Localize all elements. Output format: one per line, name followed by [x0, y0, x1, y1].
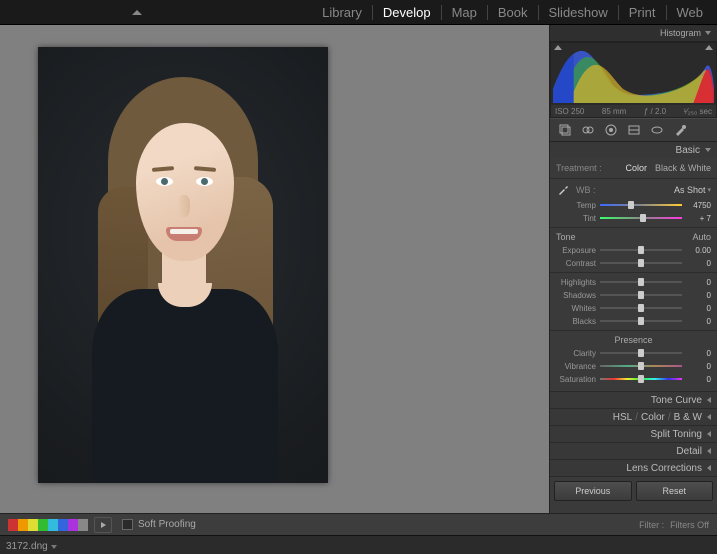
chevron-left-icon	[707, 431, 711, 437]
temp-slider[interactable]	[600, 201, 682, 209]
redeye-tool[interactable]	[602, 122, 620, 138]
tint-slider[interactable]	[600, 214, 682, 222]
color-label-swatches[interactable]	[8, 519, 88, 531]
chevron-left-icon	[707, 465, 711, 471]
lenscorr-panel-header[interactable]: Lens Corrections	[550, 460, 717, 476]
vibrance-slider[interactable]	[600, 362, 682, 370]
splittoning-panel-header[interactable]: Split Toning	[550, 426, 717, 442]
crop-tool[interactable]	[556, 122, 574, 138]
wb-label: WB :	[576, 185, 596, 195]
tone-label: Tone	[556, 232, 576, 242]
softproof-checkbox[interactable]	[122, 519, 133, 530]
histogram-header[interactable]: Histogram	[550, 25, 717, 42]
chevron-down-icon	[705, 148, 711, 152]
graduated-filter-tool[interactable]	[625, 122, 643, 138]
basic-panel: Basic Treatment : Color Black & White WB…	[550, 142, 717, 392]
module-picker-bar: Library Develop Map Book Slideshow Print…	[0, 0, 717, 25]
wb-preset-select[interactable]: As Shot▾	[602, 185, 712, 195]
treatment-bw[interactable]: Black & White	[655, 163, 711, 173]
clarity-slider[interactable]	[600, 349, 682, 357]
whites-slider[interactable]	[600, 304, 682, 312]
exposure-slider[interactable]	[600, 246, 682, 254]
module-book[interactable]: Book	[488, 5, 539, 20]
wb-dropper-tool[interactable]	[556, 183, 570, 197]
treatment-row: Treatment : Color Black & White	[556, 161, 711, 175]
basic-panel-header[interactable]: Basic	[550, 142, 717, 158]
filename-label: 3172.dng	[6, 541, 48, 552]
adjustment-brush-tool[interactable]	[671, 122, 689, 138]
histogram[interactable]: ISO 250 85 mm ƒ / 2.0 ¹⁄₂₅₀ sec	[550, 42, 717, 118]
chevron-down-icon	[705, 31, 711, 35]
module-print[interactable]: Print	[619, 5, 667, 20]
identity-plate-indicator	[132, 10, 142, 15]
highlights-slider[interactable]	[600, 278, 682, 286]
treatment-color[interactable]: Color	[625, 163, 647, 173]
spot-removal-tool[interactable]	[579, 122, 597, 138]
chevron-down-icon	[51, 545, 57, 549]
play-button[interactable]	[94, 517, 112, 533]
photo-preview[interactable]	[38, 47, 328, 483]
module-develop[interactable]: Develop	[373, 5, 442, 20]
exif-strip: ISO 250 85 mm ƒ / 2.0 ¹⁄₂₅₀ sec	[551, 105, 716, 117]
saturation-slider[interactable]	[600, 375, 682, 383]
module-slideshow[interactable]: Slideshow	[539, 5, 619, 20]
right-panel: Histogram ISO 250 85 mm ƒ / 2.0 ¹⁄₂₅₀ se…	[549, 25, 717, 513]
filmstrip-header: 3172.dng	[0, 535, 717, 554]
tonecurve-panel-header[interactable]: Tone Curve	[550, 392, 717, 408]
blacks-slider[interactable]	[600, 317, 682, 325]
module-web[interactable]: Web	[667, 5, 714, 20]
presence-label: Presence	[614, 335, 652, 345]
auto-tone-button[interactable]: Auto	[692, 232, 711, 242]
reset-button[interactable]: Reset	[636, 481, 714, 501]
toolbar: Soft Proofing Filter : Filters Off	[0, 513, 717, 535]
hsl-panel-header[interactable]: HSL/Color/B & W	[550, 409, 717, 425]
module-library[interactable]: Library	[312, 5, 373, 20]
previous-button[interactable]: Previous	[554, 481, 632, 501]
filter-bar[interactable]: Filter : Filters Off	[639, 520, 709, 530]
tool-strip	[550, 118, 717, 142]
main-canvas[interactable]	[0, 25, 549, 513]
radial-filter-tool[interactable]	[648, 122, 666, 138]
shadows-slider[interactable]	[600, 291, 682, 299]
contrast-slider[interactable]	[600, 259, 682, 267]
chevron-left-icon	[707, 397, 711, 403]
chevron-left-icon	[707, 414, 711, 420]
softproof-label: Soft Proofing	[138, 519, 196, 530]
detail-panel-header[interactable]: Detail	[550, 443, 717, 459]
module-map[interactable]: Map	[442, 5, 488, 20]
chevron-left-icon	[707, 448, 711, 454]
